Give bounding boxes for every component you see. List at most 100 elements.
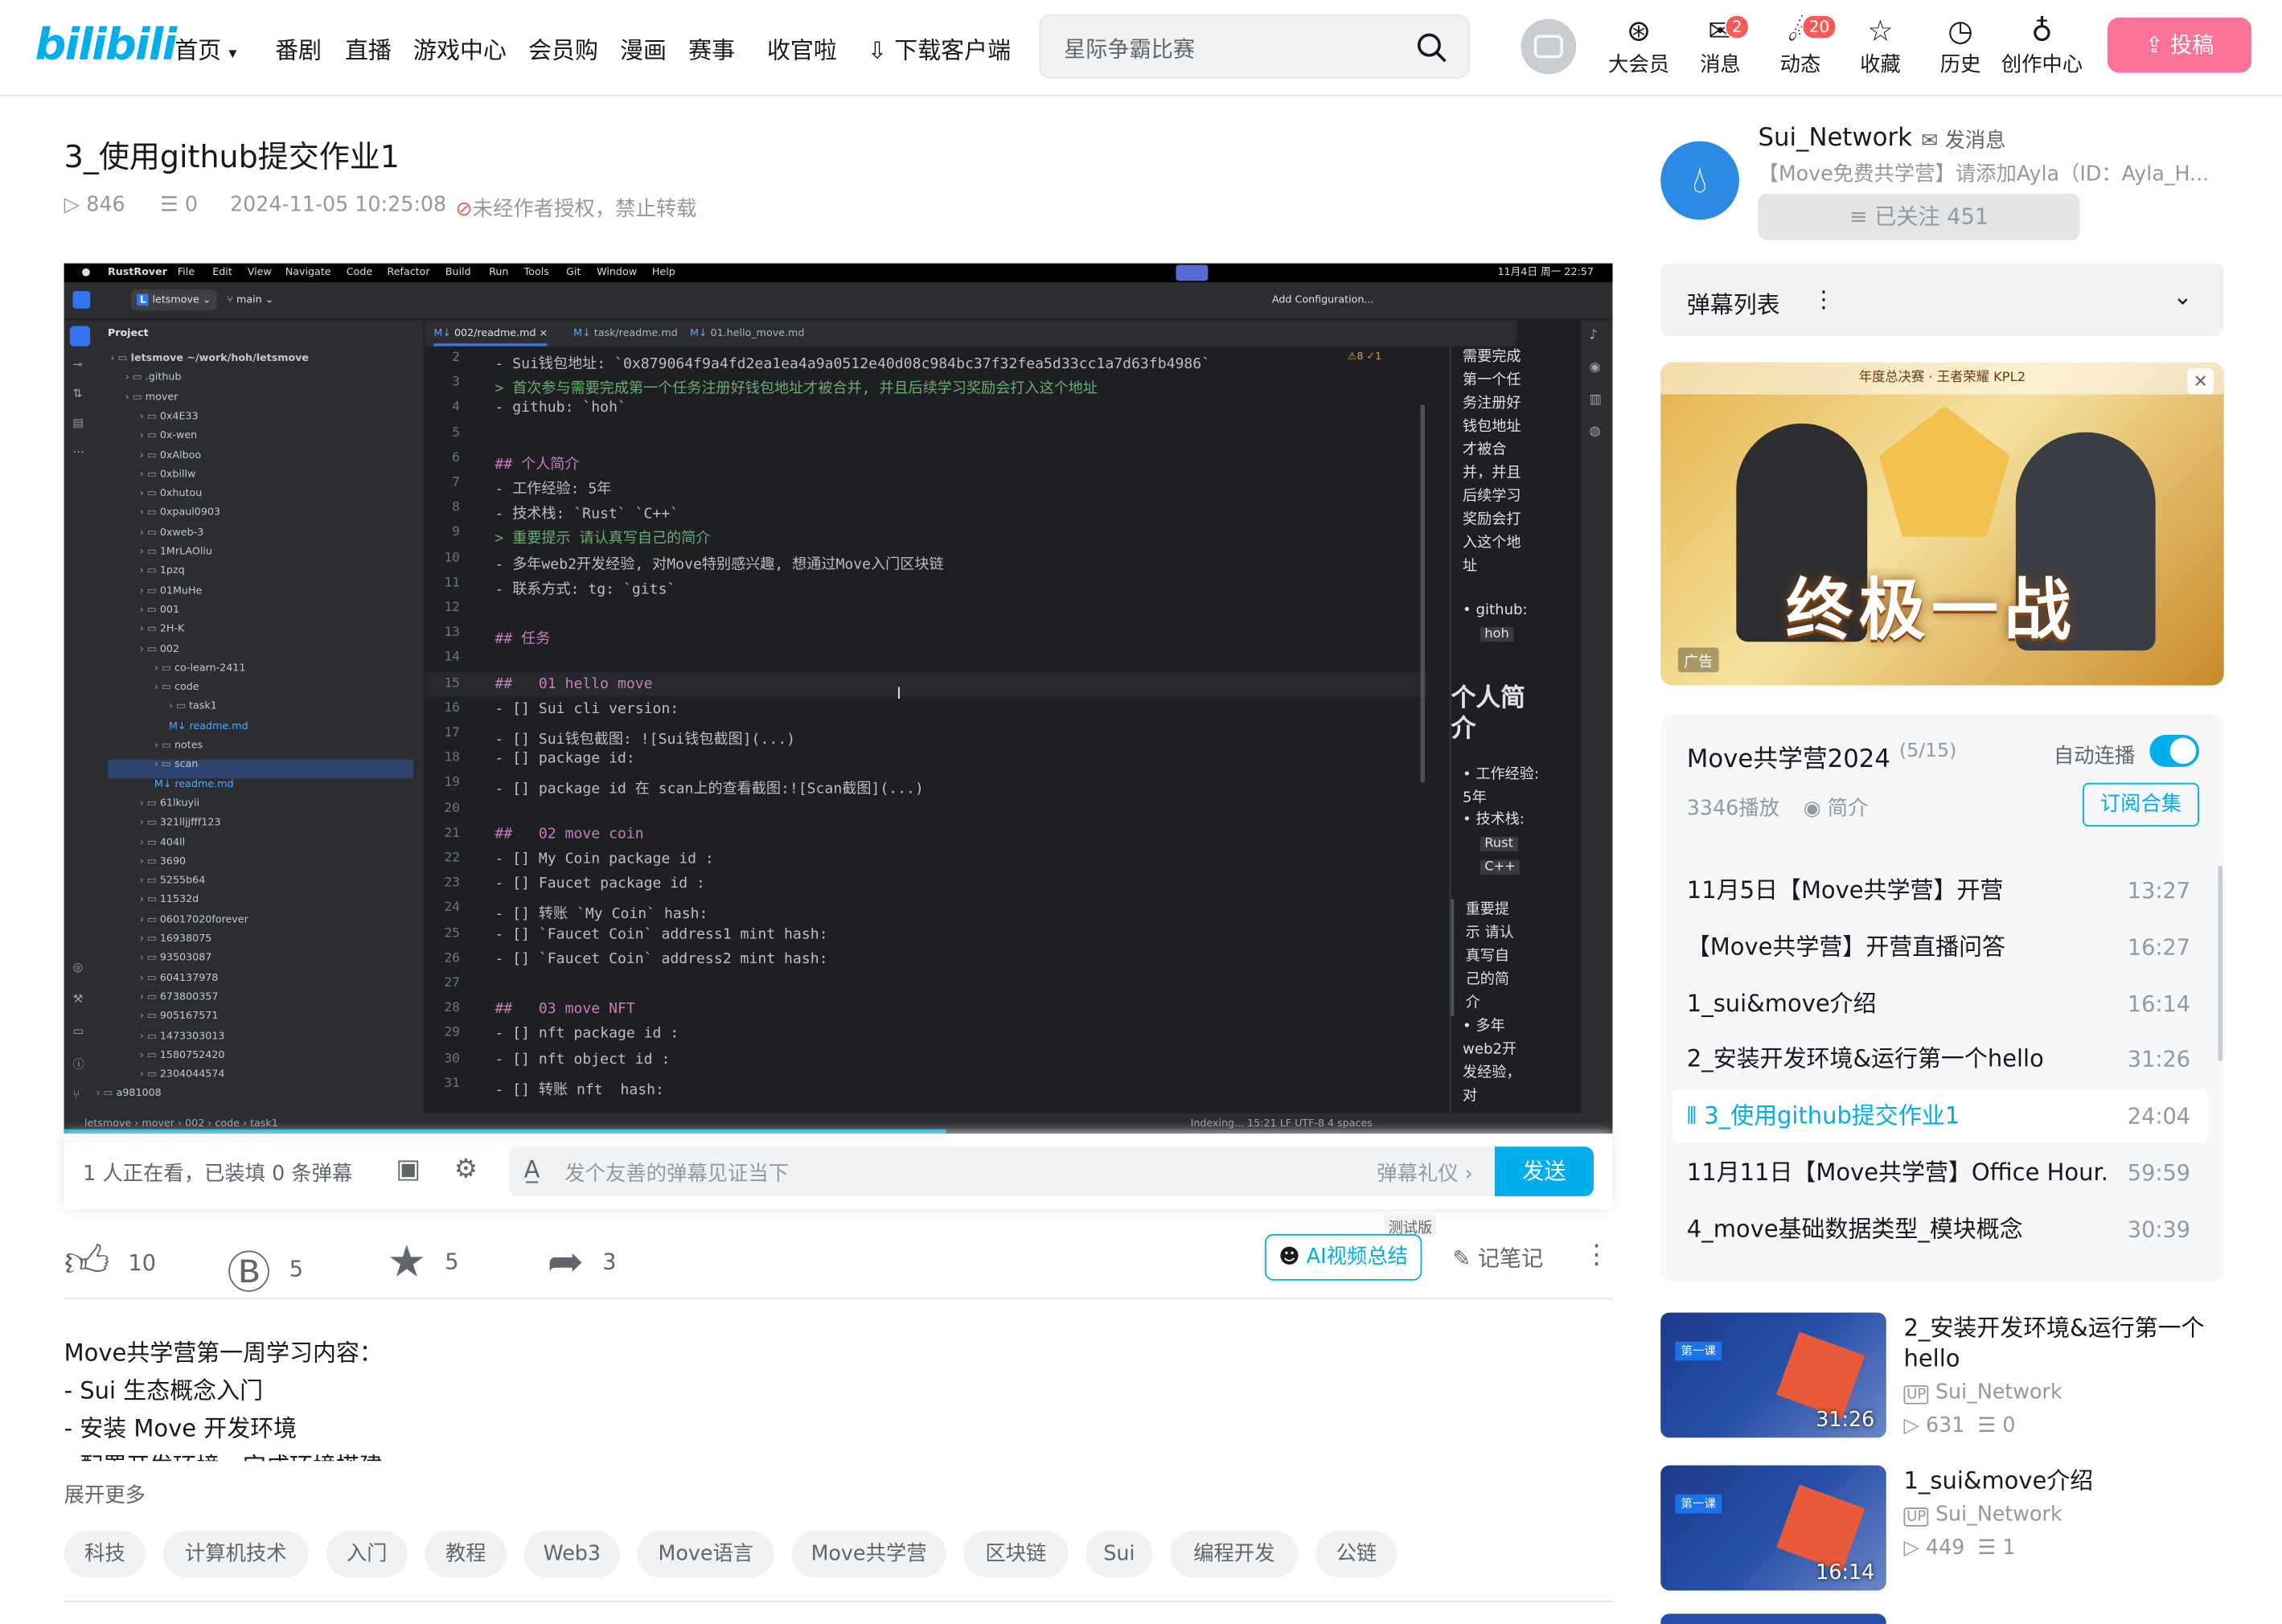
video-thumbnail[interactable]: 第一课 16:14 [1660,1465,1886,1591]
nav-mall[interactable]: 会员购 [528,31,598,65]
recommend-uploader[interactable]: UP Sui_Network [1903,1381,2062,1405]
video-thumbnail[interactable]: 第一课 31:26 [1660,1312,1886,1438]
recommend-card[interactable]: 第一课 31:26 2_安装开发环境&运行第一个hello UP Sui_Net… [1660,1312,2223,1441]
project-panel: Project › ▭ letsmove ~/work/hoh/letsmove… [96,320,425,1113]
danmaku-input[interactable]: 发个友善的弹幕见证当下 [564,1159,789,1187]
tag-item[interactable]: 计算机技术 [162,1531,309,1578]
recommend-title[interactable]: 2_安装开发环境&运行第一个hello [1903,1313,2223,1374]
next-thumbnail-peek[interactable] [1660,1614,1886,1624]
danmaku-list-panel[interactable]: 弹幕列表 ⋮ ⌄ [1660,263,2224,337]
send-danmaku-button[interactable]: 发送 [1494,1146,1594,1196]
tag-item[interactable]: 科技 [64,1531,146,1578]
nav-favorites[interactable]: ☆ 收藏 [1844,11,1917,78]
episode-item[interactable]: 2_安装开发环境&运行第一个hello 31:26 [1673,1033,2208,1085]
ai-summary-button[interactable]: ☻ AI视频总结 [1264,1233,1422,1281]
collection-title[interactable]: Move共学营2024 [1687,738,1890,774]
line-number: 21 [444,826,460,841]
code-line: - [] 转账 nft hash: [495,1082,664,1099]
episode-item[interactable]: 1_sui&move介绍 16:14 [1673,978,2208,1030]
nav-dynamic[interactable]: ☄ 动态 20 [1764,11,1837,78]
more-options-icon[interactable]: ⋮ [1812,285,1835,313]
up-icon: UP [1903,1507,1929,1527]
recommend-uploader[interactable]: UP Sui_Network [1903,1503,2062,1527]
nav-manga[interactable]: 漫画 [620,31,667,65]
take-note-button[interactable]: ✎ 记笔记 [1452,1243,1543,1273]
line-number: 8 [452,500,460,516]
history-icon: ◷ [1947,13,1973,48]
code-line: ## 03 move NFT [495,1001,635,1018]
tag-item[interactable]: Move语言 [637,1531,774,1578]
nav-esports[interactable]: 赛事 [688,31,735,65]
coin-button[interactable]: Ⓑ 5 [227,1237,303,1302]
tag-item[interactable]: Web3 [523,1531,621,1578]
tree-item: › ▭ 1580752420 [139,1048,225,1061]
video-player[interactable]: ● RustRover File Edit View Navigate Code… [64,263,1613,1134]
bilibili-logo[interactable]: bilibili [35,20,177,71]
share-button[interactable]: ➦ 3 [548,1237,617,1288]
ad-label: 广告 [1677,647,1719,673]
folder-icon: › ▭ [139,971,160,983]
ad-banner[interactable]: 年度总决赛 · 王者荣耀 KPL2 终极一战 广告 ✕ [1660,362,2224,686]
episode-item[interactable]: 11月11日【Move共学营】Office Hour... 59:59 [1673,1146,2208,1199]
nav-history[interactable]: ◷ 历史 [1924,11,1997,78]
nav-message[interactable]: ✉ 消息 2 [1684,11,1757,78]
tag-item[interactable]: 教程 [425,1531,507,1578]
search-input[interactable]: 星际争霸比赛 [1064,34,1195,64]
danmaku-settings-icon[interactable]: ⚙ [454,1154,478,1184]
tag-item[interactable]: Move共学营 [791,1531,946,1578]
episode-item[interactable]: 【Move共学营】开营直播问答 16:27 [1673,921,2208,974]
close-icon[interactable]: ✕ [2187,367,2214,395]
search-icon[interactable] [1416,32,1448,64]
nav-shouguan[interactable]: 收官啦 [767,31,837,65]
episode-item[interactable]: 11月5日【Move共学营】开营 13:27 [1673,864,2208,917]
collection-scrollbar[interactable] [2218,865,2222,1061]
tag-item[interactable]: 区块链 [963,1531,1069,1578]
nav-anime[interactable]: 番剧 [275,31,322,65]
line-number: 20 [444,801,460,816]
tree-item: › ▭ task1 [168,700,217,712]
nav-creator-center[interactable]: ♁ 创作中心 [1998,11,2086,78]
uploader-name[interactable]: Sui_Network [1758,124,1911,153]
episode-item[interactable]: 4_move基础数据类型_模块概念 30:39 [1673,1204,2208,1256]
nav-vip[interactable]: ⊛ 大会员 [1603,11,1675,78]
code-line: > 首次参与需要完成第一个任务注册好钱包地址才被合并, 并且后续学习奖励会打入这… [495,381,1098,398]
search-box[interactable]: 星际争霸比赛 [1039,14,1471,79]
expand-more-link[interactable]: 展开更多 [64,1480,146,1509]
nav-live[interactable]: 直播 [345,31,392,65]
danmaku-input-box[interactable]: A̲ 发个友善的弹幕见证当下 弹幕礼仪 › [509,1146,1496,1196]
episode-item-current[interactable]: ⫴ 3_使用github提交作业1 24:04 [1672,1089,2208,1142]
collection-intro-link[interactable]: ◉ 简介 [1804,793,1869,822]
nav-download-client[interactable]: ⇩ 下载客户端 [868,31,1011,65]
avatar[interactable] [1521,18,1577,75]
recommend-title[interactable]: 1_sui&move介绍 [1903,1466,2223,1496]
coin-icon: Ⓑ [227,1248,271,1300]
line-number: 26 [444,951,460,966]
tag-item[interactable]: 编程开发 [1170,1531,1299,1578]
send-message-link[interactable]: ✉ 发消息 [1921,125,2005,154]
danmaku-list-title: 弹幕列表 [1686,291,1780,319]
chevron-down-icon[interactable]: ⌄ [2173,282,2192,310]
danmaku-toggle-icon[interactable]: ▣ [396,1154,421,1184]
nav-game-center[interactable]: 游戏中心 [413,31,507,65]
copilot-icon: ◍ [1589,424,1601,440]
text-style-icon[interactable]: A̲ [524,1155,540,1183]
nav-home[interactable]: 首页 ▾ [174,31,236,65]
recommend-card[interactable]: 第一课 16:14 1_sui&move介绍 UP Sui_Network ▷ … [1660,1465,2223,1593]
tag-item[interactable]: 公链 [1315,1531,1398,1578]
subscribe-collection-button[interactable]: 订阅合集 [2083,782,2199,827]
tag-item[interactable]: 入门 [326,1531,408,1578]
tree-item: › ▭ 905167571 [139,1010,219,1022]
autoplay-toggle[interactable] [2149,735,2199,767]
follow-button[interactable]: ≡ 已关注 451 [1758,193,2080,240]
upload-button[interactable]: ⇪ 投稿 [2107,17,2252,73]
more-options-icon[interactable]: ⋮ [1583,1240,1610,1270]
like-button[interactable]: 👍︎ 10 [64,1237,156,1290]
folder-icon: › ▭ [139,623,160,635]
editor-tab: M↓ task/readme.md [573,327,678,339]
uploader-avatar[interactable]: 💧︎ [1660,141,1739,220]
services-icon: ◎ [72,960,84,974]
commit-icon: ⊸ [72,358,83,371]
tag-item[interactable]: Sui [1086,1531,1153,1578]
favorite-button[interactable]: ★ 5 [387,1237,458,1288]
danmaku-etiquette-link[interactable]: 弹幕礼仪 › [1377,1159,1473,1187]
